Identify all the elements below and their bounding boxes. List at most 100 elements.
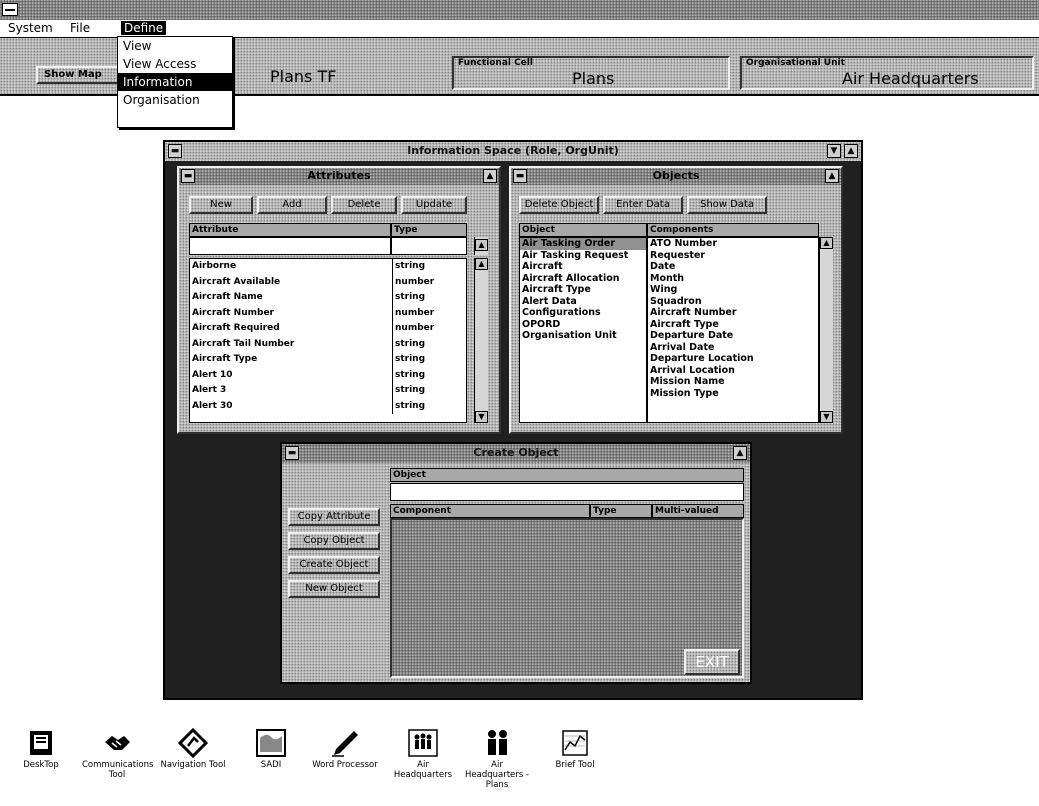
component-list-item[interactable]: Arrival Date [648,342,818,354]
attribute-row[interactable]: Aircraft Number number [190,305,466,321]
component-list-item[interactable]: Departure Date [648,330,818,342]
attribute-row[interactable]: Alert 30 string [190,398,466,414]
attribute-row[interactable]: Airborne string [190,259,466,275]
component-list-item[interactable]: Wing [648,284,818,296]
attribute-type-input[interactable] [391,237,467,255]
attribute-list-scrollbar[interactable]: ▲ ▼ [474,258,488,423]
object-list-item[interactable]: Air Tasking Request [520,250,646,262]
object-list-item[interactable]: Alert Data [520,296,646,308]
component-list-item[interactable]: Squadron [648,296,818,308]
functional-cell-field[interactable]: Functional Cell Plans [452,56,730,90]
org-unit-field[interactable]: Organisational Unit Air Headquarters [740,56,1034,90]
attribute-name-input[interactable] [189,237,391,255]
objects-panel: Objects ▬ ▲ Delete Object Enter Data Sho… [509,166,843,434]
component-list-item[interactable]: Aircraft Type [648,319,818,331]
menu-item-view[interactable]: View [118,37,232,55]
maximize-icon[interactable]: ▲ [844,144,858,158]
attributes-window-menu-icon[interactable]: ▬ [181,169,195,183]
component-list-item[interactable]: Arrival Location [648,365,818,377]
attribute-type-cell: string [392,352,466,368]
component-list-item[interactable]: Month [648,273,818,285]
object-list-item[interactable]: Air Tasking Order [520,238,646,250]
component-list[interactable]: ATO Number Requester Date Month Wing Squadron… [647,237,819,423]
object-list-item[interactable]: Aircraft Allocation [520,273,646,285]
desktop-icon-word-processor[interactable]: Word Processor [310,728,380,770]
desktop-icon-air-headquarters[interactable]: Air Headquarters [388,728,458,780]
type-column-header[interactable]: Type [590,504,652,518]
object-list-item[interactable]: OPORD [520,319,646,331]
dialog-menu-icon[interactable]: ▬ [285,446,299,460]
attribute-row[interactable]: Aircraft Required number [190,321,466,337]
object-column-header[interactable]: Object [519,223,647,237]
object-list-item[interactable]: Aircraft Type [520,284,646,296]
desktop-icon-sadi[interactable]: SADI [236,728,306,770]
attribute-column-header[interactable]: Attribute [189,223,391,237]
menu-define[interactable]: Define [121,21,167,35]
minimize-icon[interactable]: ▼ [827,144,841,158]
scroll-up-arrow-icon[interactable]: ▲ [475,258,488,270]
new-attribute-button[interactable]: New [189,196,253,214]
scroll-up-arrow-icon[interactable]: ▲ [475,239,488,251]
object-label: Object [390,468,744,482]
component-list-item[interactable]: Mission Type [648,388,818,400]
objects-scrollbar[interactable]: ▲ ▼ [819,237,833,423]
object-list-item[interactable]: Organisation Unit [520,330,646,342]
object-list-item[interactable]: Configurations [520,307,646,319]
component-list-item[interactable]: ATO Number [648,238,818,250]
menu-system[interactable]: System [5,21,56,35]
attribute-type-cell: string [392,336,466,352]
exit-button[interactable]: EXIT [684,649,740,675]
objects-window-menu-icon[interactable]: ▬ [513,169,527,183]
menu-item-information[interactable]: Information [118,73,232,91]
scroll-down-arrow-icon[interactable]: ▼ [475,411,488,423]
menu-item-view-access[interactable]: View Access [118,55,232,73]
show-data-button[interactable]: Show Data [687,196,767,214]
type-dropdown-scroll[interactable]: ▲ [474,237,488,255]
attribute-list[interactable]: Airborne string Aircraft Available number Ai… [189,258,467,423]
add-attribute-button[interactable]: Add [257,196,327,214]
components-column-header[interactable]: Components [647,223,819,237]
attribute-row[interactable]: Alert 10 string [190,367,466,383]
multi-valued-column-header[interactable]: Multi-valued [652,504,744,518]
component-list-item[interactable]: Aircraft Number [648,307,818,319]
attribute-row[interactable]: Aircraft Name string [190,290,466,306]
update-attribute-button[interactable]: Update [401,196,467,214]
component-column-header[interactable]: Component [390,504,590,518]
type-column-header[interactable]: Type [391,223,467,237]
desktop-icon-brief-tool[interactable]: Brief Tool [540,728,610,770]
component-list-item[interactable]: Departure Location [648,353,818,365]
copy-object-button[interactable]: Copy Object [288,532,380,550]
desktop-icon-air-headquarters-plans[interactable]: Air Headquarters - Plans [462,728,532,790]
objects-title-bar: Objects ▬ ▲ [511,168,841,185]
copy-attribute-button[interactable]: Copy Attribute [288,508,380,526]
scroll-up-arrow-icon[interactable]: ▲ [820,237,833,249]
menu-file[interactable]: File [67,21,93,35]
window-menu-icon[interactable]: ▬ [168,144,182,158]
desktop-icon-desktop[interactable]: DeskTop [6,728,76,770]
org-unit-value: Air Headquarters [842,69,979,88]
component-list-item[interactable]: Requester [648,250,818,262]
delete-object-button[interactable]: Delete Object [519,196,599,214]
scroll-down-arrow-icon[interactable]: ▼ [820,411,833,423]
object-name-input[interactable] [390,483,744,501]
attribute-row[interactable]: Aircraft Available number [190,274,466,290]
system-menu-icon[interactable] [2,3,18,16]
desktop-icon-navigation-tool[interactable]: Navigation Tool [158,728,228,770]
component-list-item[interactable]: Mission Name [648,376,818,388]
attribute-row[interactable]: Aircraft Tail Number string [190,336,466,352]
create-object-button[interactable]: Create Object [288,556,380,574]
objects-maximize-icon[interactable]: ▲ [825,169,839,183]
attribute-row[interactable]: Alert 3 string [190,383,466,399]
attribute-row[interactable]: Aircraft Type string [190,352,466,368]
attributes-maximize-icon[interactable]: ▲ [483,169,497,183]
dialog-maximize-icon[interactable]: ▲ [733,446,747,460]
navigation-icon [178,728,208,758]
delete-attribute-button[interactable]: Delete [331,196,397,214]
component-list-item[interactable]: Date [648,261,818,273]
enter-data-button[interactable]: Enter Data [603,196,683,214]
object-list-item[interactable]: Aircraft [520,261,646,273]
object-list[interactable]: Air Tasking Order Air Tasking Request Airc… [519,237,647,423]
new-object-button[interactable]: New Object [288,580,380,598]
menu-item-organisation[interactable]: Organisation [118,91,232,109]
desktop-icon-communications-tool[interactable]: Communications Tool [82,728,153,780]
